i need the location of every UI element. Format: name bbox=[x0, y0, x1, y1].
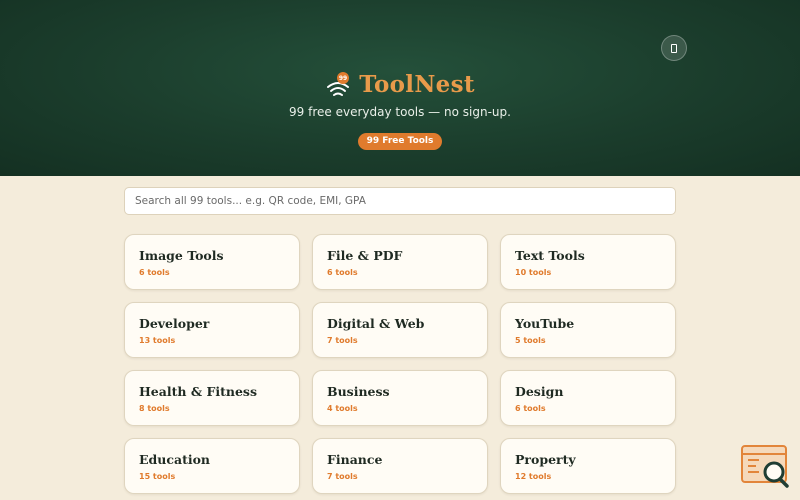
search-window-icon[interactable] bbox=[741, 444, 791, 488]
category-card-education[interactable]: Education 15 tools bbox=[124, 438, 300, 494]
search-input[interactable] bbox=[124, 187, 676, 215]
category-tool-count: 15 tools bbox=[139, 472, 176, 481]
category-title: Developer bbox=[139, 316, 210, 331]
category-card-digital-web[interactable]: Digital & Web 7 tools bbox=[312, 302, 488, 358]
category-tool-count: 7 tools bbox=[327, 336, 358, 345]
free-tools-badge: 99 Free Tools bbox=[358, 133, 442, 150]
category-card-file-pdf[interactable]: File & PDF 6 tools bbox=[312, 234, 488, 290]
category-title: Education bbox=[139, 452, 211, 467]
theme-toggle-button[interactable] bbox=[661, 35, 687, 61]
category-card-finance[interactable]: Finance 7 tools bbox=[312, 438, 488, 494]
category-tool-count: 4 tools bbox=[327, 404, 358, 413]
brand-name: ToolNest bbox=[359, 70, 475, 98]
category-title: Business bbox=[327, 384, 390, 399]
category-tool-count: 12 tools bbox=[515, 472, 552, 481]
category-card-design[interactable]: Design 6 tools bbox=[500, 370, 676, 426]
wifi-signal-logo-icon: 99 bbox=[327, 72, 350, 96]
tagline: 99 free everyday tools — no sign-up. bbox=[289, 105, 511, 119]
category-card-developer[interactable]: Developer 13 tools bbox=[124, 302, 300, 358]
category-title: YouTube bbox=[515, 316, 575, 331]
logo-badge-text: 99 bbox=[339, 75, 347, 82]
hero-header: 99 ToolNest 99 free everyday tools — no … bbox=[0, 0, 800, 176]
category-card-business[interactable]: Business 4 tools bbox=[312, 370, 488, 426]
category-tool-count: 13 tools bbox=[139, 336, 176, 345]
category-card-youtube[interactable]: YouTube 5 tools bbox=[500, 302, 676, 358]
category-title: Health & Fitness bbox=[139, 384, 257, 399]
category-tool-count: 6 tools bbox=[139, 268, 170, 277]
category-card-text-tools[interactable]: Text Tools 10 tools bbox=[500, 234, 676, 290]
category-card-property[interactable]: Property 12 tools bbox=[500, 438, 676, 494]
category-tool-count: 5 tools bbox=[515, 336, 546, 345]
category-grid: Image Tools 6 tools File & PDF 6 tools Text … bbox=[124, 234, 676, 494]
moon-icon bbox=[671, 43, 677, 53]
category-tool-count: 6 tools bbox=[515, 404, 546, 413]
category-tool-count: 7 tools bbox=[327, 472, 358, 481]
category-tool-count: 10 tools bbox=[515, 268, 552, 277]
category-title: Finance bbox=[327, 452, 383, 467]
category-tool-count: 6 tools bbox=[327, 268, 358, 277]
category-card-health-fitness[interactable]: Health & Fitness 8 tools bbox=[124, 370, 300, 426]
category-title: Digital & Web bbox=[327, 316, 425, 331]
category-card-image-tools[interactable]: Image Tools 6 tools bbox=[124, 234, 300, 290]
category-title: Design bbox=[515, 384, 564, 399]
category-title: Image Tools bbox=[139, 248, 224, 263]
category-title: Text Tools bbox=[515, 248, 585, 263]
category-title: Property bbox=[515, 452, 576, 467]
brand: 99 ToolNest bbox=[0, 67, 800, 101]
category-title: File & PDF bbox=[327, 248, 403, 263]
category-tool-count: 8 tools bbox=[139, 404, 170, 413]
